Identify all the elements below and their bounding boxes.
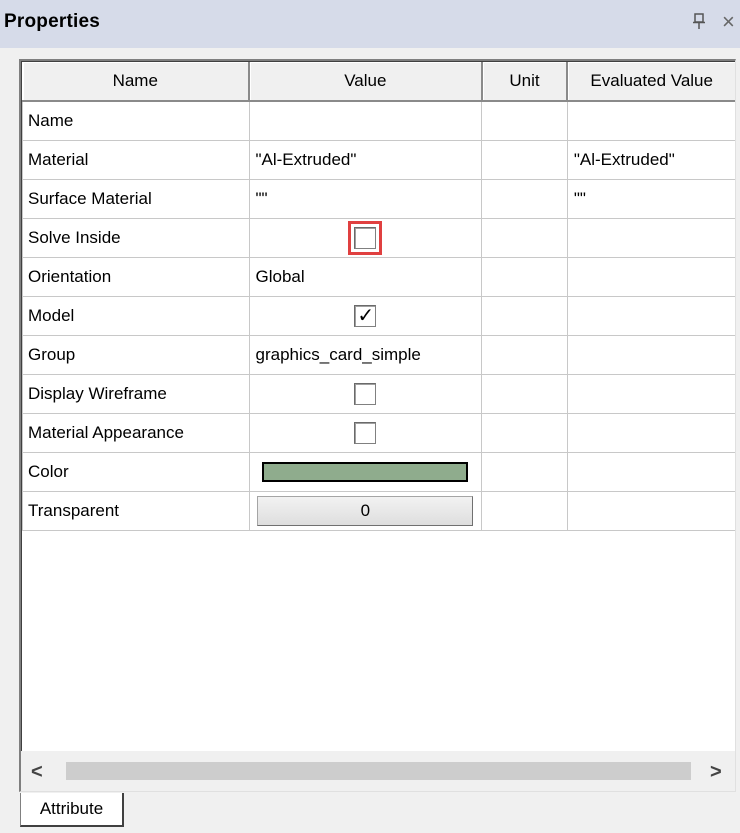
- scroll-right-arrow-icon[interactable]: >: [710, 761, 722, 784]
- table-row[interactable]: Group graphics_card_simple: [22, 334, 735, 375]
- property-value-cell: [248, 412, 483, 453]
- property-unit: [481, 373, 568, 414]
- property-unit: [481, 100, 568, 141]
- property-name: Color: [22, 451, 250, 492]
- property-name: Group: [22, 334, 250, 375]
- header-row: Name Value Unit Evaluated Value: [22, 62, 735, 102]
- property-value[interactable]: "Al-Extruded": [248, 139, 483, 180]
- property-evaluated: [566, 412, 735, 453]
- table-row[interactable]: Material Appearance: [22, 412, 735, 453]
- property-unit: [481, 490, 568, 531]
- property-evaluated: [566, 334, 735, 375]
- property-evaluated: [566, 490, 735, 531]
- transparent-value-button[interactable]: 0: [257, 495, 474, 526]
- scroll-left-arrow-icon[interactable]: <: [31, 761, 43, 784]
- table-row[interactable]: Model: [22, 295, 735, 336]
- property-name: Orientation: [22, 256, 250, 297]
- property-value-cell: [248, 373, 483, 414]
- property-evaluated: [566, 295, 735, 336]
- solve-inside-checkbox[interactable]: [354, 226, 377, 249]
- column-header-unit[interactable]: Unit: [481, 62, 569, 102]
- property-name: Display Wireframe: [22, 373, 250, 414]
- highlight-box: [348, 220, 383, 255]
- table-row[interactable]: Name: [22, 100, 735, 141]
- property-name: Material: [22, 139, 250, 180]
- property-unit: [481, 256, 568, 297]
- property-grid: Name Value Unit Evaluated Value Name Mat…: [19, 59, 736, 792]
- property-name: Name: [22, 100, 250, 141]
- property-value[interactable]: "": [248, 178, 483, 219]
- display-wireframe-checkbox[interactable]: [354, 382, 377, 405]
- property-name: Transparent: [22, 490, 250, 531]
- column-header-value[interactable]: Value: [249, 62, 483, 102]
- property-value[interactable]: [248, 100, 483, 141]
- property-unit: [481, 295, 568, 336]
- property-unit: [481, 139, 568, 180]
- property-value[interactable]: graphics_card_simple: [248, 334, 483, 375]
- material-appearance-checkbox[interactable]: [354, 421, 377, 444]
- property-unit: [481, 217, 568, 258]
- property-name: Material Appearance: [22, 412, 250, 453]
- column-header-evaluated-value[interactable]: Evaluated Value: [567, 62, 735, 102]
- table-row[interactable]: Material "Al-Extruded" "Al-Extruded": [22, 139, 735, 180]
- property-value-cell: [248, 295, 483, 336]
- property-unit: [481, 412, 568, 453]
- property-evaluated: [566, 373, 735, 414]
- property-name: Model: [22, 295, 250, 336]
- close-icon[interactable]: ×: [722, 9, 735, 35]
- column-header-name[interactable]: Name: [22, 62, 250, 102]
- color-swatch[interactable]: [262, 461, 469, 482]
- pin-icon[interactable]: [693, 13, 705, 34]
- property-unit: [481, 334, 568, 375]
- panel-title: Properties: [4, 11, 100, 32]
- property-evaluated: "Al-Extruded": [566, 139, 735, 180]
- property-name: Solve Inside: [22, 217, 250, 258]
- property-evaluated: [566, 256, 735, 297]
- properties-title-bar: Properties ×: [0, 0, 740, 48]
- property-evaluated: [566, 217, 735, 258]
- property-evaluated: "": [566, 178, 735, 219]
- scrollbar-thumb[interactable]: [66, 762, 691, 780]
- table-row[interactable]: Transparent 0: [22, 490, 735, 531]
- horizontal-scrollbar[interactable]: < >: [21, 751, 735, 791]
- property-unit: [481, 451, 568, 492]
- model-checkbox[interactable]: [354, 303, 377, 328]
- property-evaluated: [566, 451, 735, 492]
- table-row[interactable]: Orientation Global: [22, 256, 735, 297]
- property-table: Name Value Unit Evaluated Value Name Mat…: [22, 62, 735, 531]
- property-evaluated: [566, 100, 735, 141]
- property-unit: [481, 178, 568, 219]
- property-name: Surface Material: [22, 178, 250, 219]
- property-grid-viewport: Name Value Unit Evaluated Value Name Mat…: [21, 61, 735, 751]
- table-row[interactable]: Color: [22, 451, 735, 492]
- property-value-cell: 0: [248, 490, 483, 531]
- table-row[interactable]: Solve Inside: [22, 217, 735, 258]
- tab-attribute[interactable]: Attribute: [20, 793, 124, 827]
- property-value-cell: [248, 451, 483, 492]
- property-value[interactable]: Global: [248, 256, 483, 297]
- table-row[interactable]: Display Wireframe: [22, 373, 735, 414]
- property-value-cell: [248, 217, 483, 258]
- table-row[interactable]: Surface Material "" "": [22, 178, 735, 219]
